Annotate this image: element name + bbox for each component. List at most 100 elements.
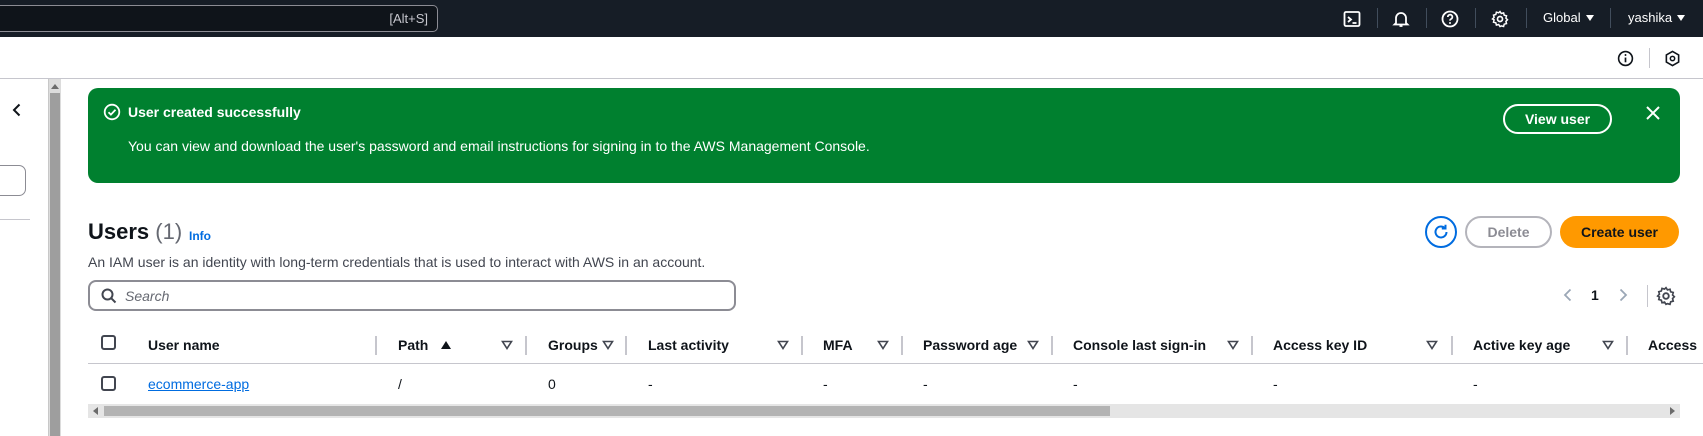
account-menu[interactable]: yashika	[1628, 10, 1686, 25]
divider	[1647, 285, 1648, 307]
next-page-chevron-icon[interactable]	[1617, 287, 1629, 303]
hexagon-icon[interactable]	[1662, 48, 1682, 68]
divider	[1426, 8, 1427, 28]
top-navigation-bar: [Alt+S] Global yashika	[0, 0, 1703, 37]
horizontal-scroll-thumb[interactable]	[104, 406, 1110, 416]
caret-down-icon	[1585, 14, 1594, 21]
sort-descending-icon[interactable]	[602, 340, 614, 350]
page-number[interactable]: 1	[1591, 287, 1599, 303]
divider	[1610, 8, 1611, 28]
view-user-button[interactable]: View user	[1503, 104, 1612, 134]
help-icon[interactable]	[1438, 7, 1462, 31]
column-header-label: Console last sign-in	[1073, 337, 1207, 353]
users-table: User name Path Groups Last activity MFA …	[88, 327, 1703, 405]
sort-descending-icon[interactable]	[1227, 340, 1239, 350]
caret-down-icon	[1677, 14, 1686, 21]
search-icon	[101, 288, 117, 304]
side-navigation-rail	[0, 79, 48, 436]
bell-icon[interactable]	[1389, 7, 1413, 31]
column-header-active-key-age[interactable]: Active key age	[1473, 327, 1603, 363]
column-divider[interactable]	[1626, 336, 1628, 355]
column-header-label: User name	[148, 337, 220, 353]
access-key-id-cell: -	[1273, 376, 1278, 392]
info-icon[interactable]	[1615, 48, 1635, 68]
column-header-label: Access key ID	[1273, 337, 1368, 353]
sort-descending-icon[interactable]	[777, 340, 789, 350]
sort-descending-icon[interactable]	[1602, 340, 1614, 350]
vertical-scroll-thumb[interactable]	[50, 93, 60, 436]
previous-page-chevron-icon[interactable]	[1562, 287, 1574, 303]
column-header-label: Access	[1648, 337, 1698, 353]
sort-descending-icon[interactable]	[1027, 340, 1039, 350]
sort-descending-icon[interactable]	[501, 340, 513, 350]
column-divider[interactable]	[1251, 336, 1253, 355]
create-user-button[interactable]: Create user	[1560, 216, 1679, 248]
vertical-scrollbar[interactable]	[48, 79, 61, 436]
divider	[0, 219, 30, 220]
region-selector[interactable]: Global	[1543, 10, 1594, 25]
column-divider[interactable]	[901, 336, 903, 355]
sort-descending-icon[interactable]	[877, 340, 889, 350]
refresh-icon	[1434, 224, 1448, 239]
column-divider[interactable]	[1051, 336, 1053, 355]
password-age-cell: -	[923, 376, 928, 392]
last-activity-cell: -	[648, 376, 653, 392]
secondary-toolbar	[0, 37, 1703, 79]
users-search-field[interactable]	[88, 280, 736, 311]
user-name-link[interactable]: ecommerce-app	[148, 376, 249, 392]
settings-icon[interactable]	[1488, 7, 1512, 31]
column-header-mfa[interactable]: MFA	[823, 327, 883, 363]
region-label: Global	[1543, 10, 1581, 25]
collapse-nav-chevron-left-icon[interactable]	[8, 101, 26, 119]
refresh-button[interactable]	[1425, 216, 1457, 248]
scroll-right-arrow-icon[interactable]	[1670, 407, 1675, 415]
column-header-last-activity[interactable]: Last activity	[648, 327, 778, 363]
divider	[1475, 8, 1476, 28]
flash-message: You can view and download the user's pas…	[128, 138, 870, 154]
users-count: (1)	[155, 219, 183, 244]
column-header-groups[interactable]: Groups	[548, 327, 598, 363]
column-header-label: Path	[398, 337, 429, 353]
search-input[interactable]	[125, 286, 725, 306]
console-last-sign-in-cell: -	[1073, 376, 1078, 392]
column-header-password-age[interactable]: Password age	[923, 327, 1023, 363]
active-key-age-cell: -	[1473, 376, 1478, 392]
column-divider[interactable]	[525, 336, 527, 355]
table-row: ecommerce-app / 0 - - - - - -	[88, 364, 1703, 404]
mfa-cell: -	[823, 376, 828, 392]
row-select-checkbox[interactable]	[101, 376, 116, 391]
user-name-cell: ecommerce-app	[148, 376, 249, 392]
column-divider[interactable]	[801, 336, 803, 355]
page-description: An IAM user is an identity with long-ter…	[88, 254, 706, 270]
column-header-path[interactable]: Path	[398, 327, 508, 363]
search-shortcut-hint: [Alt+S]	[389, 11, 428, 26]
flash-header: User created successfully	[128, 104, 301, 120]
sort-descending-icon[interactable]	[1426, 340, 1438, 350]
column-divider[interactable]	[625, 336, 627, 355]
nav-search-input[interactable]	[0, 165, 26, 196]
select-all-checkbox[interactable]	[101, 335, 116, 350]
column-header-label: Groups	[548, 337, 598, 353]
account-label: yashika	[1628, 10, 1673, 25]
delete-button[interactable]: Delete	[1465, 216, 1552, 248]
column-divider[interactable]	[1451, 336, 1453, 355]
page-title: Users (1)	[88, 219, 182, 245]
scroll-left-arrow-icon[interactable]	[93, 407, 98, 415]
column-header-label: Last activity	[648, 337, 729, 353]
column-header-console-last-sign-in[interactable]: Console last sign-in	[1073, 327, 1223, 363]
scroll-up-arrow-icon[interactable]	[51, 84, 59, 89]
column-header-user-name[interactable]: User name	[148, 327, 451, 363]
horizontal-scrollbar[interactable]	[88, 404, 1680, 418]
column-header-access-key-id[interactable]: Access key ID	[1273, 327, 1423, 363]
divider	[1526, 8, 1527, 28]
global-search-box[interactable]: [Alt+S]	[0, 5, 438, 32]
column-header-label: Active key age	[1473, 337, 1571, 353]
info-link[interactable]: Info	[189, 229, 211, 243]
close-icon[interactable]	[1643, 103, 1663, 123]
column-header-label: Password age	[923, 337, 1018, 353]
divider	[1649, 48, 1650, 68]
cloudshell-icon[interactable]	[1340, 7, 1364, 31]
column-header-access[interactable]: Access	[1648, 327, 1703, 363]
table-settings-gear-icon[interactable]	[1656, 286, 1676, 306]
column-divider[interactable]	[375, 336, 377, 355]
